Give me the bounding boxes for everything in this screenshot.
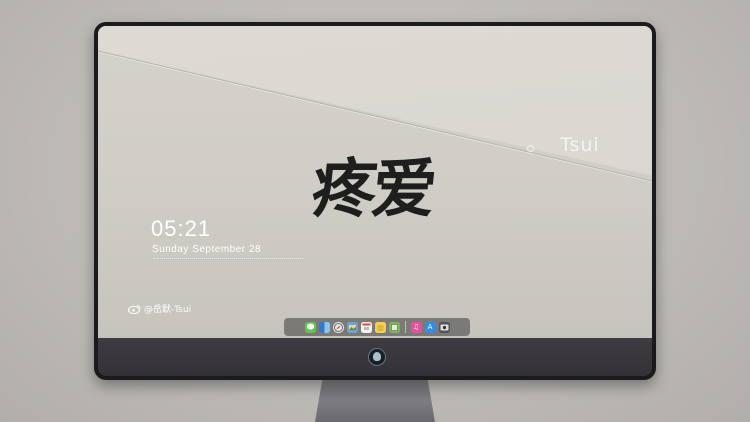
weibo-icon: [128, 304, 141, 314]
monitor-stand: [315, 380, 435, 422]
dock-safari-icon[interactable]: [332, 321, 344, 333]
lock-screen: 疼爱 Tsui 05:21 Sunday September 28 @岳默-Ts…: [98, 26, 652, 338]
signature-dot-icon: [527, 145, 534, 152]
dock-app-store-icon[interactable]: A: [424, 321, 436, 333]
dock: ♫ A: [284, 318, 470, 336]
weibo-handle: @岳默-Tsui: [144, 305, 192, 315]
clock-date: Sunday September 28: [152, 244, 262, 255]
dock-preview-icon[interactable]: [388, 321, 400, 333]
dock-notes-icon[interactable]: [374, 321, 386, 333]
imac-monitor: 疼爱 Tsui 05:21 Sunday September 28 @岳默-Ts…: [94, 22, 656, 380]
date-subline: [153, 258, 303, 262]
dock-photos-icon[interactable]: [346, 321, 358, 333]
dock-separator: [404, 321, 406, 333]
weibo-credit: @岳默-Tsui: [128, 302, 191, 315]
dock-finder-icon[interactable]: [318, 321, 330, 333]
calligraphy-text: 疼爱: [308, 152, 437, 227]
dock-music-icon[interactable]: ♫: [410, 321, 422, 333]
monitor-chin: [98, 338, 652, 376]
signature-text: Tsui: [560, 134, 600, 156]
dock-messages-icon[interactable]: [304, 321, 316, 333]
clock-time: 05:21: [151, 216, 212, 241]
brand-logo-icon: [368, 348, 386, 366]
dock-calendar-icon[interactable]: [360, 321, 372, 333]
dock-camera-icon[interactable]: [438, 321, 450, 333]
